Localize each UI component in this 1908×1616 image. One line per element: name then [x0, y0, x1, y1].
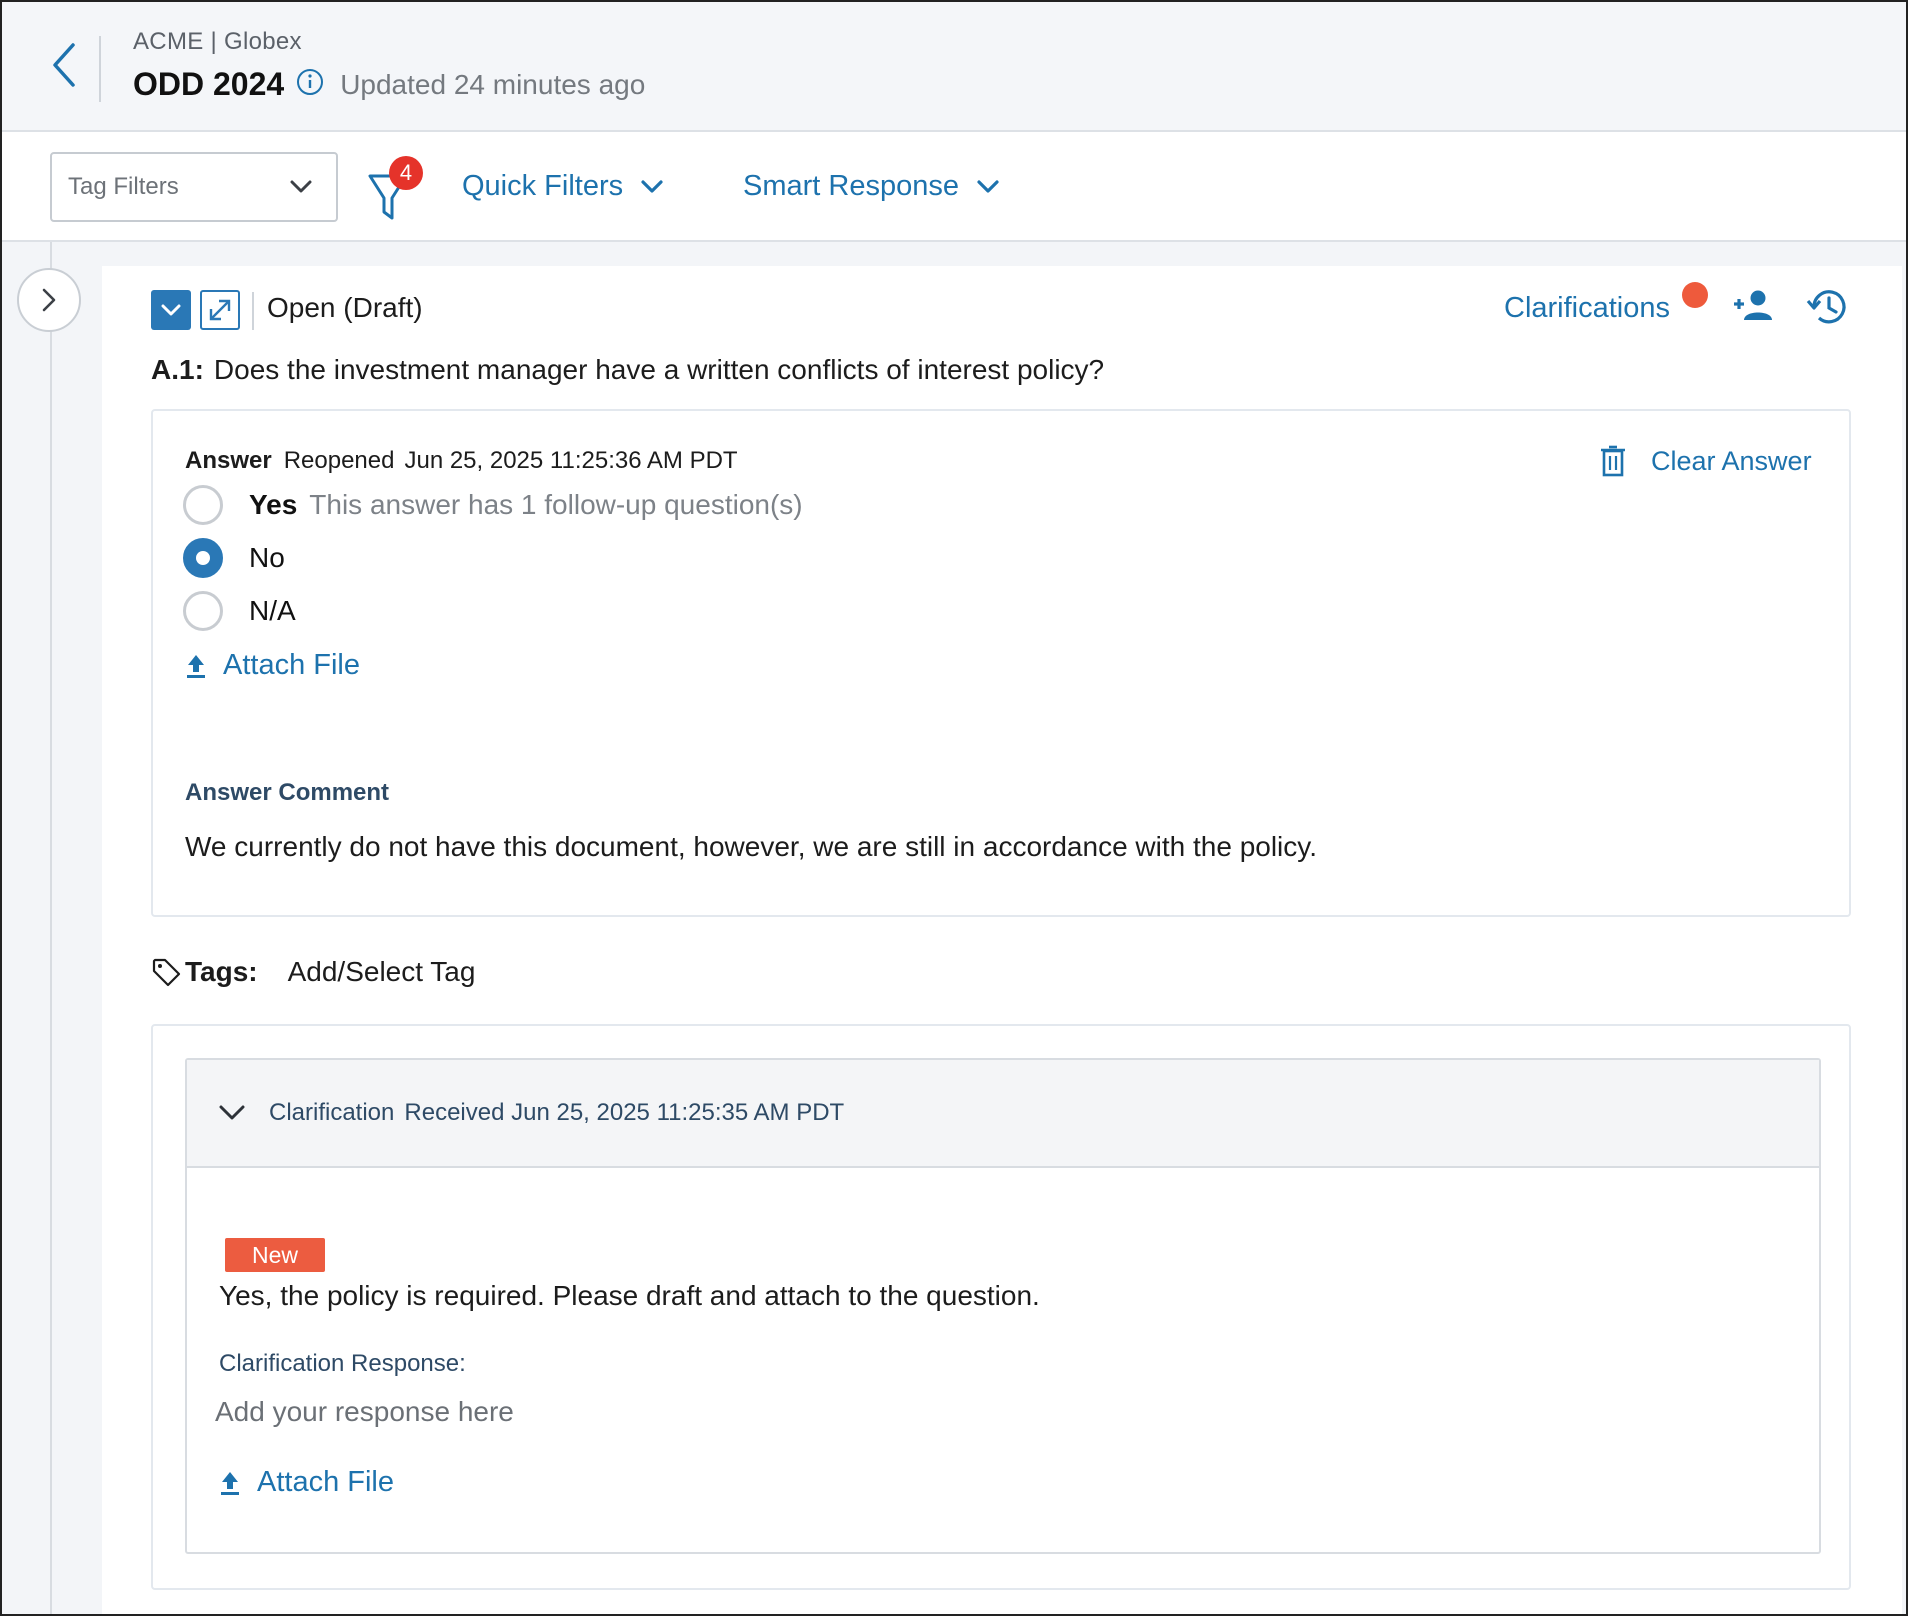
attach-file-label: Attach File [257, 1466, 394, 1498]
filter-toolbar: Tag Filters 4 Quick Filters Smart Respon… [2, 132, 1906, 242]
radio-yes[interactable] [183, 485, 223, 525]
assign-user-icon[interactable] [1732, 288, 1776, 324]
question-id: A.1: [151, 354, 204, 385]
clear-answer-label: Clear Answer [1651, 445, 1812, 476]
clarification-title: Clarification [269, 1099, 395, 1126]
expand-icon [209, 299, 231, 321]
clarification-response-input[interactable] [215, 1390, 915, 1434]
option-label: N/A [249, 595, 296, 626]
question-status: Open (Draft) [267, 292, 423, 323]
breadcrumb: ACME | Globex [133, 28, 302, 55]
question-card: Open (Draft) Clarifications A.1: Does the… [102, 266, 1902, 1614]
chevron-right-icon [42, 288, 56, 312]
chevron-down-icon [641, 179, 663, 193]
new-badge: New [225, 1238, 325, 1272]
upload-icon [221, 1471, 239, 1495]
clarifications-link[interactable]: Clarifications [1504, 292, 1670, 325]
clarification-panel: Clarification Received Jun 25, 2025 11:2… [151, 1024, 1851, 1590]
info-icon[interactable] [296, 68, 324, 96]
collapse-question-button[interactable] [151, 290, 191, 330]
filter-count-badge: 4 [389, 156, 423, 190]
answer-comment-label: Answer Comment [185, 779, 390, 806]
answer-header: Answer Reopened Jun 25, 2025 11:25:36 AM… [185, 447, 738, 475]
quick-filters-dropdown[interactable]: Quick Filters [462, 170, 663, 203]
page-title: ODD 2024 [133, 66, 285, 102]
quick-filters-label: Quick Filters [462, 170, 624, 202]
tag-icon [152, 958, 181, 987]
attach-file-button[interactable]: Attach File [185, 649, 360, 682]
tag-filters-select[interactable]: Tag Filters [50, 152, 338, 222]
app-frame: ACME | Globex ODD 2024 Updated 24 minute… [0, 0, 1908, 1616]
chevron-down-icon [161, 304, 181, 316]
smart-response-dropdown[interactable]: Smart Response [743, 170, 999, 203]
option-label: No [249, 542, 285, 573]
follow-up-note: This answer has 1 follow-up question(s) [309, 489, 803, 520]
add-select-tag[interactable]: Add/Select Tag [288, 956, 476, 988]
attach-file-label: Attach File [223, 649, 360, 681]
chevron-down-icon [977, 179, 999, 193]
clarification-text: Yes, the policy is required. Please draf… [219, 1280, 1040, 1311]
header-divider [99, 36, 101, 102]
history-icon[interactable] [1804, 286, 1850, 328]
clarification-received: Received Jun 25, 2025 11:25:35 AM PDT [404, 1099, 845, 1126]
question-text: A.1: Does the investment manager have a w… [151, 354, 1104, 386]
chevron-down-icon [219, 1105, 245, 1120]
expand-question-button[interactable] [200, 290, 240, 330]
clarification-response-label: Clarification Response: [219, 1350, 466, 1377]
answer-state: Reopened [283, 447, 395, 474]
expand-sidebar-button[interactable] [17, 268, 81, 332]
clarification-header[interactable]: Clarification Received Jun 25, 2025 11:2… [187, 1060, 1819, 1168]
answer-option-na[interactable]: N/A [183, 591, 296, 631]
chevron-left-icon [53, 43, 75, 87]
answer-label: Answer [185, 447, 272, 474]
answer-option-no[interactable]: No [183, 538, 285, 578]
clarification-attach-file-button[interactable]: Attach File [219, 1466, 394, 1499]
answer-option-yes[interactable]: Yes This answer has 1 follow-up question… [183, 485, 803, 525]
upload-icon [187, 654, 205, 678]
option-label: Yes [249, 489, 298, 520]
answer-timestamp: Jun 25, 2025 11:25:36 AM PDT [404, 447, 738, 474]
left-rail [50, 242, 52, 1614]
radio-no[interactable] [183, 538, 223, 578]
chevron-down-icon [290, 180, 312, 193]
status-divider [252, 292, 254, 330]
tags-row: Tags: Add/Select Tag [151, 956, 475, 988]
trash-icon [1601, 445, 1625, 477]
updated-timestamp: Updated 24 minutes ago [340, 68, 646, 100]
smart-response-label: Smart Response [743, 170, 959, 202]
tags-label: Tags: [185, 956, 258, 987]
clarifications-notification-dot [1682, 282, 1708, 308]
title-row: ODD 2024 Updated 24 minutes ago [133, 66, 645, 103]
answer-panel: Answer Reopened Jun 25, 2025 11:25:36 AM… [151, 409, 1851, 917]
back-button[interactable] [42, 40, 86, 90]
answer-comment-text: We currently do not have this document, … [185, 831, 1317, 862]
clear-answer-button[interactable]: Clear Answer [1599, 445, 1812, 477]
question-body: Does the investment manager have a writt… [213, 354, 1105, 385]
radio-na[interactable] [183, 591, 223, 631]
clarification-item: Clarification Received Jun 25, 2025 11:2… [185, 1058, 1821, 1554]
tag-filters-placeholder: Tag Filters [68, 173, 179, 200]
page-header: ACME | Globex ODD 2024 Updated 24 minute… [2, 2, 1906, 132]
